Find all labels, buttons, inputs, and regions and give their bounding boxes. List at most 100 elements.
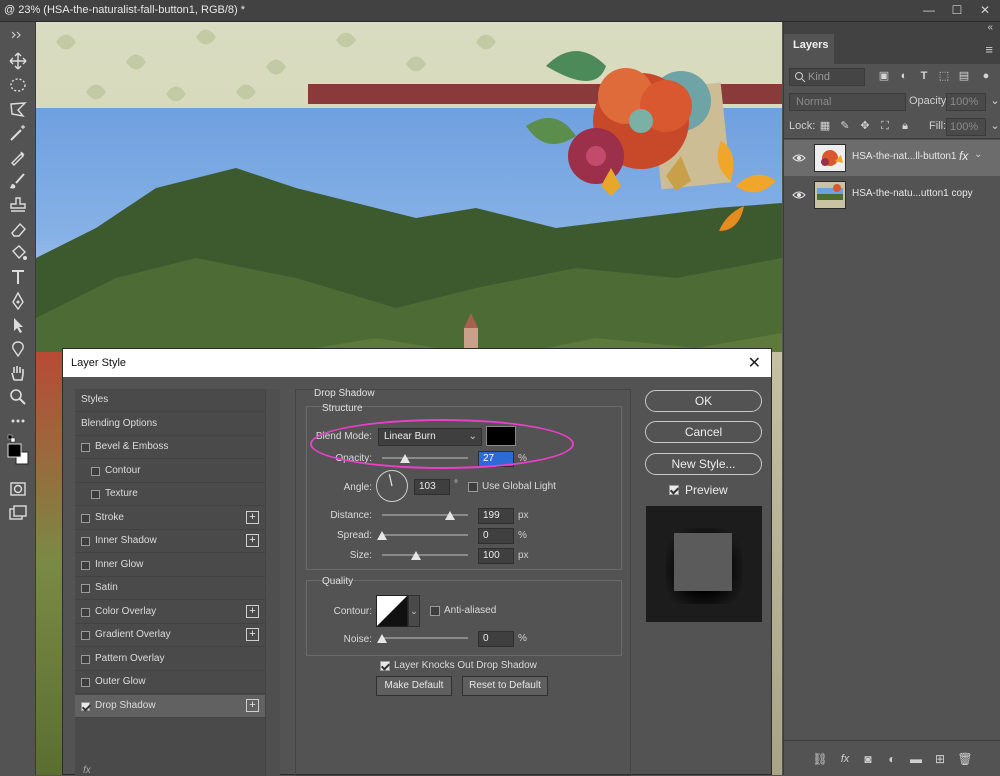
style-checkbox[interactable] <box>81 537 90 546</box>
lock-image-icon[interactable]: ✎ <box>837 118 853 134</box>
minimize-button[interactable]: — <box>916 0 942 20</box>
lock-all-icon[interactable]: 🔒︎ <box>897 118 913 134</box>
collapse-panels-icon[interactable]: « <box>987 22 993 33</box>
add-style-instance-plus-icon[interactable]: + <box>246 628 259 641</box>
zoom-tool-icon[interactable] <box>6 386 30 408</box>
lasso-tool-icon[interactable] <box>6 98 30 120</box>
layer-opacity-field[interactable]: 100% <box>946 93 986 111</box>
add-style-instance-plus-icon[interactable]: + <box>246 534 259 547</box>
dialog-close-button[interactable]: ✕ <box>748 353 761 373</box>
anti-aliased-checkbox[interactable] <box>430 606 440 616</box>
hand-tool-icon[interactable] <box>6 362 30 384</box>
panel-menu-icon[interactable]: ≡ <box>985 42 993 57</box>
style-checkbox[interactable] <box>81 678 90 687</box>
style-checkbox[interactable] <box>81 608 90 617</box>
maximize-button[interactable]: ☐ <box>944 0 970 20</box>
style-checkbox[interactable] <box>91 490 100 499</box>
type-tool-icon[interactable] <box>6 266 30 288</box>
style-item-contour[interactable]: Contour <box>75 460 265 483</box>
style-item-styles[interactable]: Styles <box>75 389 265 412</box>
angle-input[interactable]: 103 <box>414 479 450 495</box>
size-slider-track[interactable] <box>382 554 468 556</box>
filter-type-icon[interactable]: T <box>916 68 932 84</box>
noise-input[interactable]: 0 <box>478 631 514 647</box>
custom-shape-tool-icon[interactable] <box>6 338 30 360</box>
ok-button[interactable]: OK <box>645 390 762 412</box>
filter-smart-object-icon[interactable]: ▤ <box>956 68 972 84</box>
style-item-color-overlay[interactable]: Color Overlay + <box>75 601 265 624</box>
paint-bucket-tool-icon[interactable] <box>6 242 30 264</box>
eraser-tool-icon[interactable] <box>6 218 30 240</box>
add-layer-style-fx-icon[interactable]: fx <box>837 751 853 767</box>
layer-row-button1[interactable]: HSA-the-nat...ll-button1 fx ⌄ <box>784 140 1000 176</box>
style-item-inner-glow[interactable]: Inner Glow <box>75 554 265 577</box>
style-item-pattern-overlay[interactable]: Pattern Overlay <box>75 648 265 671</box>
contour-chevron-icon[interactable]: ⌄ <box>408 595 420 627</box>
screen-mode-icon[interactable] <box>6 502 30 524</box>
noise-slider-thumb[interactable] <box>377 634 387 643</box>
style-checkbox[interactable] <box>81 655 90 664</box>
new-layer-icon[interactable]: ⊞ <box>932 751 948 767</box>
lock-transparent-icon[interactable]: ▦ <box>817 118 833 134</box>
size-input[interactable]: 100 <box>478 548 514 564</box>
move-tool-icon[interactable] <box>6 50 30 72</box>
eye-visibility-icon[interactable] <box>792 151 806 165</box>
add-style-instance-plus-icon[interactable]: + <box>246 511 259 524</box>
reset-to-default-button[interactable]: Reset to Default <box>462 676 548 696</box>
angle-dial[interactable] <box>376 470 408 502</box>
styles-list-scrollbar[interactable] <box>265 389 280 776</box>
path-selection-tool-icon[interactable] <box>6 314 30 336</box>
style-item-stroke[interactable]: Stroke + <box>75 507 265 530</box>
style-item-outer-glow[interactable]: Outer Glow <box>75 671 265 694</box>
add-effect-fx-icon[interactable]: fx <box>83 765 91 776</box>
spread-input[interactable]: 0 <box>478 528 514 544</box>
filter-toggle-icon[interactable]: ● <box>978 68 994 84</box>
layer-blend-mode-dropdown[interactable]: Normal <box>789 93 906 111</box>
style-item-inner-shadow[interactable]: Inner Shadow + <box>75 530 265 553</box>
noise-slider-track[interactable] <box>382 637 468 639</box>
eye-visibility-icon[interactable] <box>792 188 806 202</box>
layer-effects-fx-icon[interactable]: fx <box>959 149 968 163</box>
add-mask-icon[interactable]: ◙ <box>860 751 876 767</box>
delete-layer-trash-icon[interactable]: 🗑︎ <box>957 751 973 767</box>
filter-adjustment-icon[interactable]: ◐ <box>896 68 912 84</box>
style-checkbox[interactable] <box>81 702 90 711</box>
style-checkbox[interactable] <box>81 514 90 523</box>
add-style-instance-plus-icon[interactable]: + <box>246 605 259 618</box>
style-checkbox[interactable] <box>81 631 90 640</box>
pen-tool-icon[interactable] <box>6 290 30 312</box>
size-slider-thumb[interactable] <box>411 551 422 560</box>
distance-slider-thumb[interactable] <box>445 511 456 520</box>
cancel-button[interactable]: Cancel <box>645 421 762 443</box>
fill-chevron-icon[interactable]: ⌄ <box>987 118 1000 134</box>
new-adjustment-layer-icon[interactable]: ◐ <box>884 751 900 767</box>
style-item-drop-shadow[interactable]: Drop Shadow + <box>75 695 265 718</box>
more-tools-icon[interactable] <box>6 410 30 432</box>
layer-row-button1-copy[interactable]: HSA-the-natu...utton1 copy <box>784 177 1000 213</box>
eyedropper-tool-icon[interactable] <box>6 146 30 168</box>
tab-layers[interactable]: Layers <box>784 34 834 64</box>
distance-input[interactable]: 199 <box>478 508 514 524</box>
layer-filter-kind-dropdown[interactable]: Kind <box>789 68 865 86</box>
stamp-tool-icon[interactable] <box>6 194 30 216</box>
link-layers-icon[interactable]: ⛓︎ <box>812 751 828 767</box>
style-item-blending-options[interactable]: Blending Options <box>75 413 265 436</box>
style-item-gradient-overlay[interactable]: Gradient Overlay + <box>75 624 265 647</box>
layer-knocks-out-checkbox[interactable] <box>380 661 390 671</box>
toolbar-expand-icon[interactable] <box>6 24 30 46</box>
filter-pixel-icon[interactable]: ▣ <box>876 68 892 84</box>
new-group-folder-icon[interactable]: ▬ <box>908 751 924 767</box>
lock-artboard-icon[interactable]: ⛶ <box>877 118 893 134</box>
close-window-button[interactable]: ✕ <box>972 0 998 20</box>
style-item-bevel-emboss[interactable]: Bevel & Emboss <box>75 436 265 459</box>
opacity-chevron-icon[interactable]: ⌄ <box>987 93 1000 109</box>
style-item-texture[interactable]: Texture <box>75 483 265 506</box>
expand-effects-chevron-icon[interactable]: ⌄ <box>974 149 982 160</box>
style-checkbox[interactable] <box>81 561 90 570</box>
quick-mask-icon[interactable] <box>6 478 30 500</box>
magic-wand-tool-icon[interactable] <box>6 122 30 144</box>
spread-slider-thumb[interactable] <box>377 531 387 540</box>
spread-slider-track[interactable] <box>382 534 468 536</box>
new-style-button[interactable]: New Style... <box>645 453 762 475</box>
add-style-instance-plus-icon[interactable]: + <box>246 699 259 712</box>
